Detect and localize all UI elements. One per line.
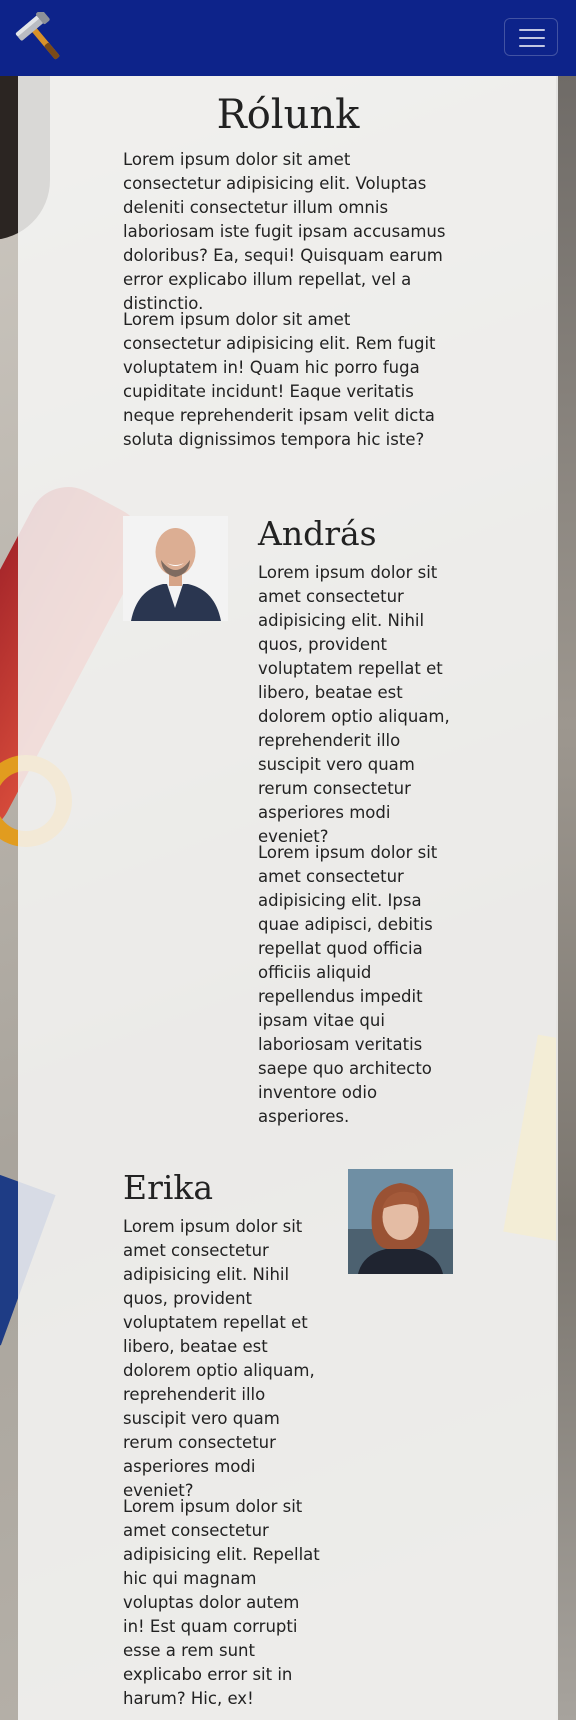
hammer-icon[interactable]: [14, 9, 68, 64]
menu-bar: [519, 45, 545, 47]
erika-photo: [348, 1169, 453, 1274]
person-paragraph: Lorem ipsum dolor sit amet consectetur a…: [258, 843, 438, 1126]
about-paragraph: Lorem ipsum dolor sit amet consectetur a…: [123, 310, 436, 449]
menu-bar: [519, 29, 545, 31]
person-paragraph: Lorem ipsum dolor sit amet consectetur a…: [123, 1497, 320, 1708]
page-title: Rólunk: [216, 92, 360, 138]
menu-bar: [519, 37, 545, 39]
hamburger-menu-icon[interactable]: [504, 18, 558, 56]
person-name: Erika: [123, 1168, 214, 1207]
person-paragraph: Lorem ipsum dolor sit amet consectetur a…: [258, 563, 450, 846]
navbar: [0, 0, 576, 76]
person-name: András: [258, 514, 377, 553]
about-paragraph: Lorem ipsum dolor sit amet consectetur a…: [123, 150, 446, 313]
andras-photo: [123, 516, 228, 621]
background-shape: [556, 60, 576, 1720]
person-paragraph: Lorem ipsum dolor sit amet consectetur a…: [123, 1217, 315, 1500]
content-panel: Rólunk Lorem ipsum dolor sit amet consec…: [18, 76, 558, 1720]
